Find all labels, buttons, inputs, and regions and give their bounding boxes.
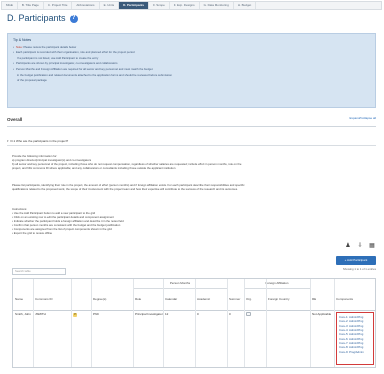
page-title-text: D. Participants bbox=[7, 13, 66, 23]
guidance-line: • Note: Please review the participant det… bbox=[13, 46, 370, 50]
column-header-components[interactable]: Components bbox=[334, 289, 376, 311]
tab-abbreviations[interactable]: Abbreviations bbox=[72, 2, 100, 9]
table-toolbar: ♟ ⇩ ▦ bbox=[344, 243, 376, 250]
column-header-foreign-country[interactable]: Foreign Country bbox=[266, 289, 310, 311]
page-title: D. Participants ? bbox=[7, 13, 78, 25]
guidance-panel: Tip & Notes • Note: Please review the par… bbox=[7, 33, 376, 108]
collapse-toggle-d1[interactable]: ▾ D.1 Who are the participants in the pr… bbox=[7, 138, 376, 146]
bullet: • bbox=[13, 68, 14, 72]
divider bbox=[163, 279, 164, 367]
divider bbox=[244, 279, 245, 367]
column-header-re[interactable]: RE bbox=[310, 289, 334, 311]
divider bbox=[266, 279, 267, 367]
column-header-commons-id[interactable]: Commons ID bbox=[33, 289, 71, 311]
divider bbox=[227, 279, 228, 367]
overall-section-header: Overall Expand/Collapse all bbox=[7, 116, 376, 123]
components-list: Core-1: Admin/Ping Core-2: Admin/Ping Core… bbox=[336, 312, 374, 365]
guidance-line: of the proposal package bbox=[13, 79, 370, 83]
tab-g-data-monitoring[interactable]: G. Data Monitoring bbox=[200, 2, 234, 9]
download-icon[interactable]: ⇩ bbox=[356, 243, 364, 250]
person-icon[interactable]: ♟ bbox=[344, 243, 352, 250]
paragraph-line: • Export the grid to review offline bbox=[12, 231, 53, 236]
tab-bar: MGE B. Title Page C. Project Title Abbrevia… bbox=[1, 1, 382, 10]
bullet: • bbox=[13, 45, 14, 49]
tab-d-participants[interactable]: D. Participants bbox=[119, 2, 150, 9]
column-header-role[interactable]: Role bbox=[133, 289, 163, 311]
column-header-academic[interactable]: Academic bbox=[195, 289, 227, 311]
bullet: • bbox=[13, 62, 14, 66]
tab-f-exp-designs[interactable]: F. Exp. Designs bbox=[170, 2, 200, 9]
divider bbox=[7, 126, 376, 127]
cell-degree: PhD bbox=[93, 312, 99, 316]
expand-collapse-link[interactable]: Expand/Collapse all bbox=[349, 116, 376, 123]
column-header-badge bbox=[71, 289, 91, 311]
guidance-text: Please review the participant details be… bbox=[22, 45, 77, 49]
group-header-person-months: Person Months bbox=[133, 279, 227, 289]
cell-commons-id: JSMITH bbox=[35, 312, 46, 316]
guidance-line: • Participants are shown by principal inv… bbox=[13, 62, 370, 66]
divider bbox=[33, 279, 34, 367]
tab-c-project-title[interactable]: C. Project Title bbox=[44, 2, 73, 9]
cell-role: Principal Investigator bbox=[135, 312, 163, 316]
tab-h-budget[interactable]: H. Budget bbox=[234, 2, 257, 9]
column-header-name[interactable]: Name bbox=[13, 289, 33, 311]
guidance-text: Each participant is recorded with their … bbox=[15, 51, 135, 55]
guidance-text: Participants are shown by principal inve… bbox=[15, 62, 118, 66]
guidance-line: • Person Months and Foreign Affiliation a… bbox=[13, 68, 370, 72]
foreign-affiliation-toggle[interactable] bbox=[246, 312, 251, 317]
chevron-down-icon: ▾ bbox=[7, 138, 9, 143]
group-header-foreign-affiliation: Foreign Affiliation bbox=[244, 279, 310, 289]
tab-b-title-page[interactable]: B. Title Page bbox=[18, 2, 44, 9]
help-icon[interactable]: ? bbox=[69, 14, 78, 23]
cell-academic: 0 bbox=[197, 312, 199, 316]
guidance-line: in the budget justification and related … bbox=[13, 74, 370, 78]
guidance-text: Person Months and Foreign Affiliation ar… bbox=[15, 68, 153, 72]
paragraph-line: qualifications related to the proposed w… bbox=[12, 187, 238, 192]
cell-org bbox=[244, 312, 266, 317]
collapse-label: D.1 Who are the participants in the proj… bbox=[10, 138, 69, 143]
guidance-text: If a participant is not listed, use Add … bbox=[17, 56, 99, 60]
participants-table: Person Months Foreign Affiliation Name C… bbox=[12, 278, 376, 368]
divider bbox=[334, 279, 335, 367]
role-badge: PI bbox=[73, 313, 78, 317]
tab-e-units[interactable]: E. Units bbox=[100, 2, 120, 9]
guidance-line: • Each participant is recorded with their… bbox=[13, 51, 370, 55]
column-header-summer[interactable]: Summer bbox=[227, 289, 244, 311]
add-participant-button[interactable]: + Add Participant bbox=[336, 256, 376, 265]
divider bbox=[133, 279, 134, 367]
tab-mge[interactable]: MGE bbox=[2, 2, 18, 9]
divider bbox=[91, 279, 92, 367]
cell-summer: 0 bbox=[229, 312, 231, 316]
column-header-degrees[interactable]: Degree(s) bbox=[91, 289, 133, 311]
paragraph-line: project, and NIH commons ID where applic… bbox=[12, 166, 176, 171]
pager-info: Showing 1 to 1 of 1 entries bbox=[342, 267, 376, 271]
cell-calendar: 12 bbox=[165, 312, 169, 316]
column-header-calendar[interactable]: Calendar bbox=[163, 289, 195, 311]
guidance-text: of the proposal package bbox=[17, 79, 47, 83]
guidance-text: in the budget justification and related … bbox=[17, 73, 173, 77]
column-header-org[interactable]: Org. bbox=[244, 289, 266, 311]
cell-badge: PI bbox=[71, 312, 91, 317]
bullet: • bbox=[13, 51, 14, 55]
tab-f-scope[interactable]: F. Scope bbox=[149, 2, 170, 9]
overall-heading: Overall bbox=[7, 117, 23, 122]
component-item[interactable]: Core-9: Prog/Admin bbox=[339, 350, 371, 354]
cell-name[interactable]: Smith, John bbox=[13, 312, 33, 317]
search-input[interactable]: Search table bbox=[12, 268, 66, 275]
guidance-line: If a participant is not listed, use Add … bbox=[13, 57, 370, 61]
instructions-paragraph-2: Please list participants, identifying th… bbox=[12, 183, 376, 191]
instructions-paragraph-1: Provide the following information for: a)… bbox=[12, 154, 376, 170]
divider bbox=[71, 279, 72, 367]
cell-re: Not Applicable bbox=[312, 312, 332, 316]
grid-icon[interactable]: ▦ bbox=[368, 243, 376, 250]
guidance-note-label: Note: bbox=[15, 45, 23, 49]
divider bbox=[310, 279, 311, 367]
instructions-paragraph-3: Instructions: • Use the Add Participant b… bbox=[12, 207, 376, 235]
guidance-title: Tip & Notes bbox=[13, 38, 32, 42]
divider bbox=[195, 279, 196, 367]
